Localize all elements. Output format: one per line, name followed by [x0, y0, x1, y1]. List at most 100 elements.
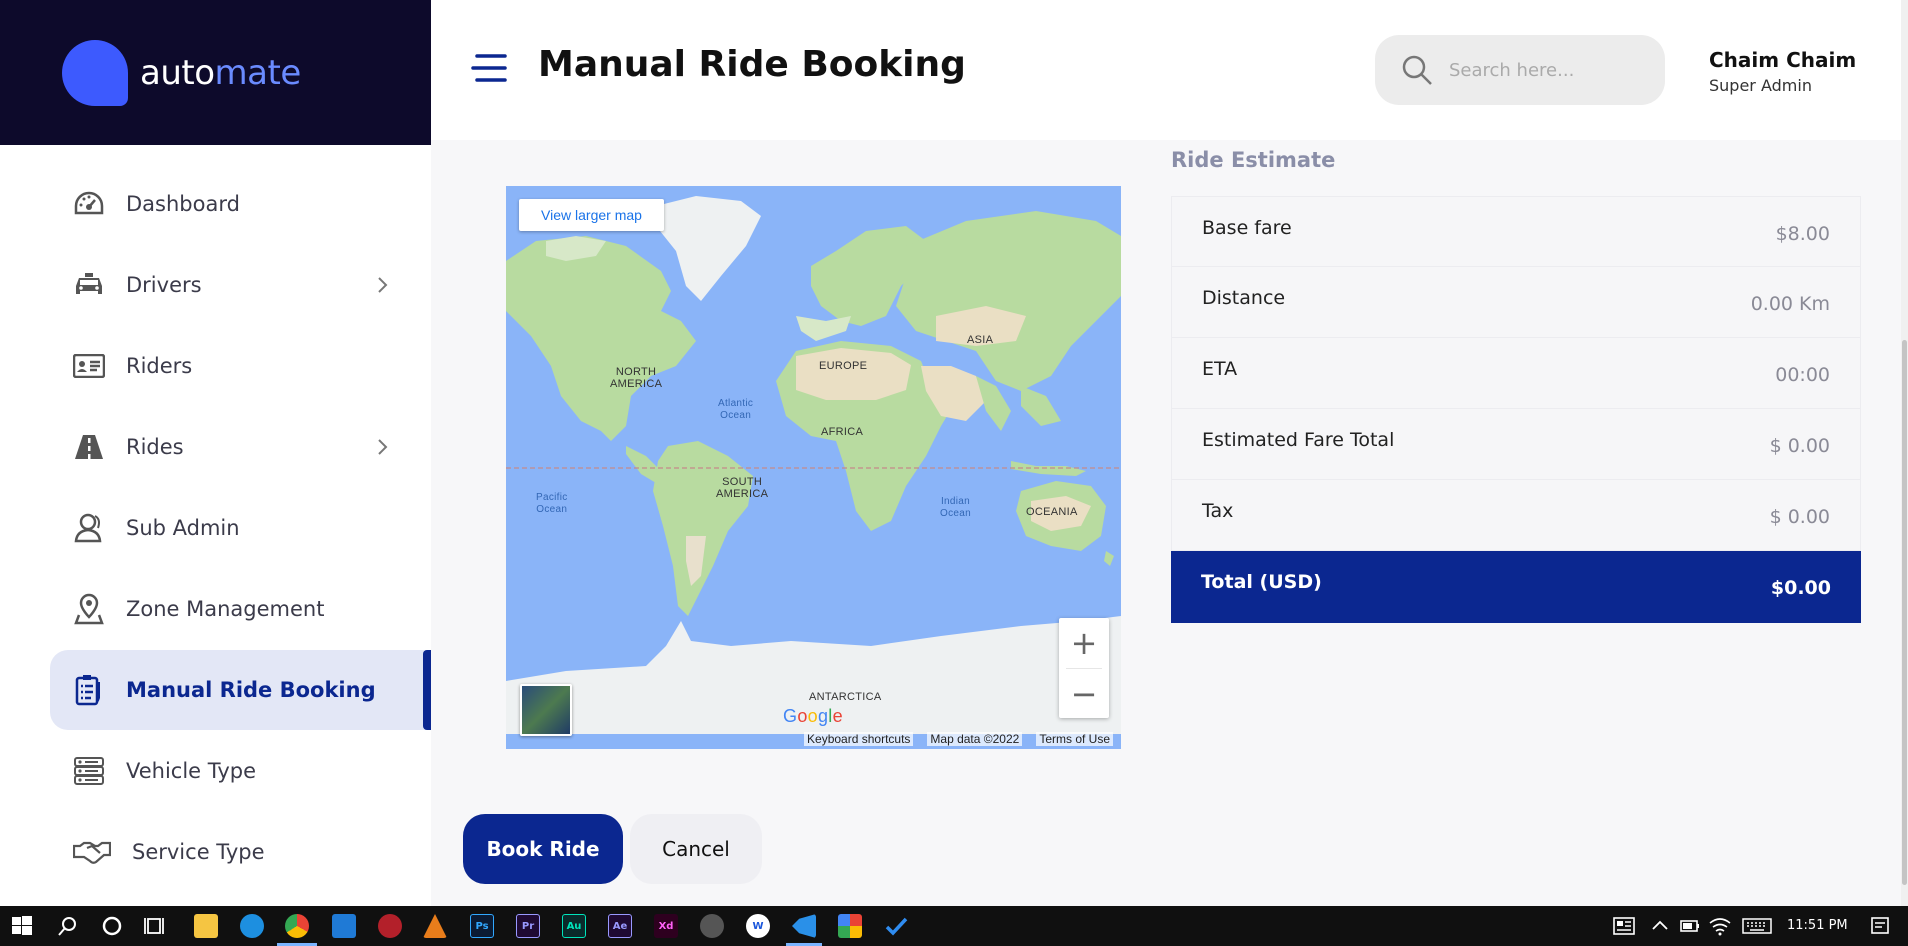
ride-estimate-table: Base fare $8.00 Distance 0.00 Km ETA 00:…: [1171, 196, 1861, 623]
audition-icon[interactable]: Au: [562, 914, 586, 938]
brand-logo[interactable]: automate: [140, 53, 301, 93]
map-label-text: Ocean: [536, 504, 568, 515]
app-red-icon[interactable]: [378, 914, 402, 938]
photoshop-icon[interactable]: Ps: [470, 914, 494, 938]
app-white-icon[interactable]: W: [746, 914, 770, 938]
chevron-right-icon: [378, 439, 388, 455]
sidebar-item-riders[interactable]: Riders: [50, 326, 431, 406]
estimate-value: $ 0.00: [1769, 435, 1830, 457]
estimate-label: Distance: [1202, 287, 1286, 309]
windows-taskbar: Ps Pr Au Ae Xd W 11:51 PM: [0, 906, 1908, 946]
sidebar-item-rides[interactable]: Rides: [50, 407, 431, 487]
sidebar-item-label: Manual Ride Booking: [126, 678, 376, 702]
search-icon: [1402, 55, 1432, 85]
page-scrollbar-thumb[interactable]: [1902, 340, 1907, 885]
map-label-europe: EUROPE: [819, 360, 868, 372]
file-explorer-icon[interactable]: [194, 914, 218, 938]
dashboard-icon: [72, 187, 106, 221]
edge-icon[interactable]: [240, 914, 264, 938]
map-label-asia: ASIA: [967, 334, 994, 346]
list-icon: [72, 754, 106, 788]
chevron-right-icon: [378, 277, 388, 293]
wifi-icon[interactable]: [1708, 914, 1732, 938]
todo-icon[interactable]: [884, 914, 908, 938]
notifications-icon[interactable]: [1868, 914, 1892, 938]
keyboard-shortcuts-link[interactable]: Keyboard shortcuts: [804, 732, 914, 746]
zoom-out-button[interactable]: −: [1059, 669, 1109, 719]
users-icon: [72, 511, 106, 545]
vlc-icon[interactable]: [423, 914, 447, 938]
estimate-row-fare-total: Estimated Fare Total $ 0.00: [1171, 409, 1861, 480]
id-card-icon: [72, 349, 106, 383]
page-title: Manual Ride Booking: [538, 44, 966, 85]
chevron-up-icon[interactable]: [1648, 914, 1672, 938]
sidebar-item-manual-ride-booking[interactable]: Manual Ride Booking: [50, 650, 431, 730]
estimate-row-eta: ETA 00:00: [1171, 338, 1861, 409]
photos-icon[interactable]: [838, 914, 862, 938]
estimate-row-tax: Tax $ 0.00: [1171, 480, 1861, 551]
cortana-icon[interactable]: [100, 914, 124, 938]
mail-icon[interactable]: [332, 914, 356, 938]
after-effects-icon[interactable]: Ae: [608, 914, 632, 938]
premiere-icon[interactable]: Pr: [516, 914, 540, 938]
clock-time[interactable]: 11:51 PM: [1787, 918, 1848, 933]
map-label-pacific: Pacific Ocean: [536, 492, 568, 516]
zoom-controls: + −: [1059, 618, 1109, 718]
estimate-label: Base fare: [1202, 217, 1292, 239]
sidebar-item-label: Drivers: [126, 273, 202, 297]
user-role: Super Admin: [1709, 76, 1812, 95]
chrome-icon[interactable]: [285, 914, 309, 938]
sidebar-item-label: Sub Admin: [126, 516, 240, 540]
estimate-value: $ 0.00: [1769, 506, 1830, 528]
sidebar-item-service-type[interactable]: Service Type: [50, 812, 431, 892]
sidebar-item-zone-management[interactable]: Zone Management: [50, 569, 431, 649]
top-header: Manual Ride Booking Chaim Chaim Super Ad…: [431, 0, 1901, 140]
map-label-antarctica: ANTARCTICA: [809, 691, 882, 703]
search-box[interactable]: [1375, 35, 1665, 105]
estimate-value: 00:00: [1775, 364, 1830, 386]
estimate-row-base-fare: Base fare $8.00: [1171, 196, 1861, 267]
handshake-icon: [72, 835, 112, 869]
view-larger-map-link[interactable]: View larger map: [519, 199, 664, 231]
map-label-atlantic: Atlantic Ocean: [718, 398, 753, 422]
sidebar-item-drivers[interactable]: Drivers: [50, 245, 431, 325]
sidebar-item-sub-admin[interactable]: Sub Admin: [50, 488, 431, 568]
book-ride-button[interactable]: Book Ride: [463, 814, 623, 884]
keyboard-icon[interactable]: [1742, 914, 1772, 938]
brand-text-part2: mate: [214, 52, 302, 93]
sidebar-item-vehicle-type[interactable]: Vehicle Type: [50, 731, 431, 811]
search-input[interactable]: [1449, 59, 1649, 81]
sidebar-item-label: Service Type: [132, 840, 265, 864]
estimate-row-distance: Distance 0.00 Km: [1171, 267, 1861, 338]
world-map: [506, 186, 1121, 749]
estimate-label: Estimated Fare Total: [1202, 429, 1395, 451]
search-icon[interactable]: [56, 914, 80, 938]
user-name[interactable]: Chaim Chaim: [1709, 48, 1856, 72]
sidebar-item-label: Riders: [126, 354, 193, 378]
terms-of-use-link[interactable]: Terms of Use: [1036, 732, 1113, 746]
xd-icon[interactable]: Xd: [654, 914, 678, 938]
map-label-text: Indian: [940, 496, 970, 507]
brand-text-part1: auto: [140, 52, 215, 93]
zoom-in-button[interactable]: +: [1059, 618, 1109, 668]
total-value: $0.00: [1770, 577, 1831, 599]
media-player-icon[interactable]: [700, 914, 724, 938]
estimate-label: ETA: [1202, 358, 1238, 380]
hamburger-menu-icon[interactable]: [471, 52, 507, 84]
estimate-value: 0.00 Km: [1750, 293, 1830, 315]
sidebar-item-dashboard[interactable]: Dashboard: [50, 164, 431, 244]
map-label-text: Atlantic: [718, 398, 754, 409]
cancel-button[interactable]: Cancel: [630, 814, 762, 884]
map-embed[interactable]: NORTH AMERICA Atlantic Ocean EUROPE ASIA A…: [506, 186, 1121, 749]
estimate-row-total: Total (USD) $0.00: [1171, 551, 1861, 623]
windows-start-icon[interactable]: [10, 914, 34, 938]
sidebar-item-label: Rides: [126, 435, 184, 459]
map-label-text: AMERICA: [716, 488, 769, 500]
vscode-icon[interactable]: [792, 914, 816, 938]
news-icon[interactable]: [1612, 914, 1636, 938]
automate-logo-icon: [62, 39, 128, 106]
map-data-text: Map data ©2022: [927, 732, 1023, 746]
battery-icon[interactable]: [1678, 914, 1702, 938]
task-view-icon[interactable]: [144, 914, 168, 938]
map-label-indian: Indian Ocean: [940, 496, 971, 520]
